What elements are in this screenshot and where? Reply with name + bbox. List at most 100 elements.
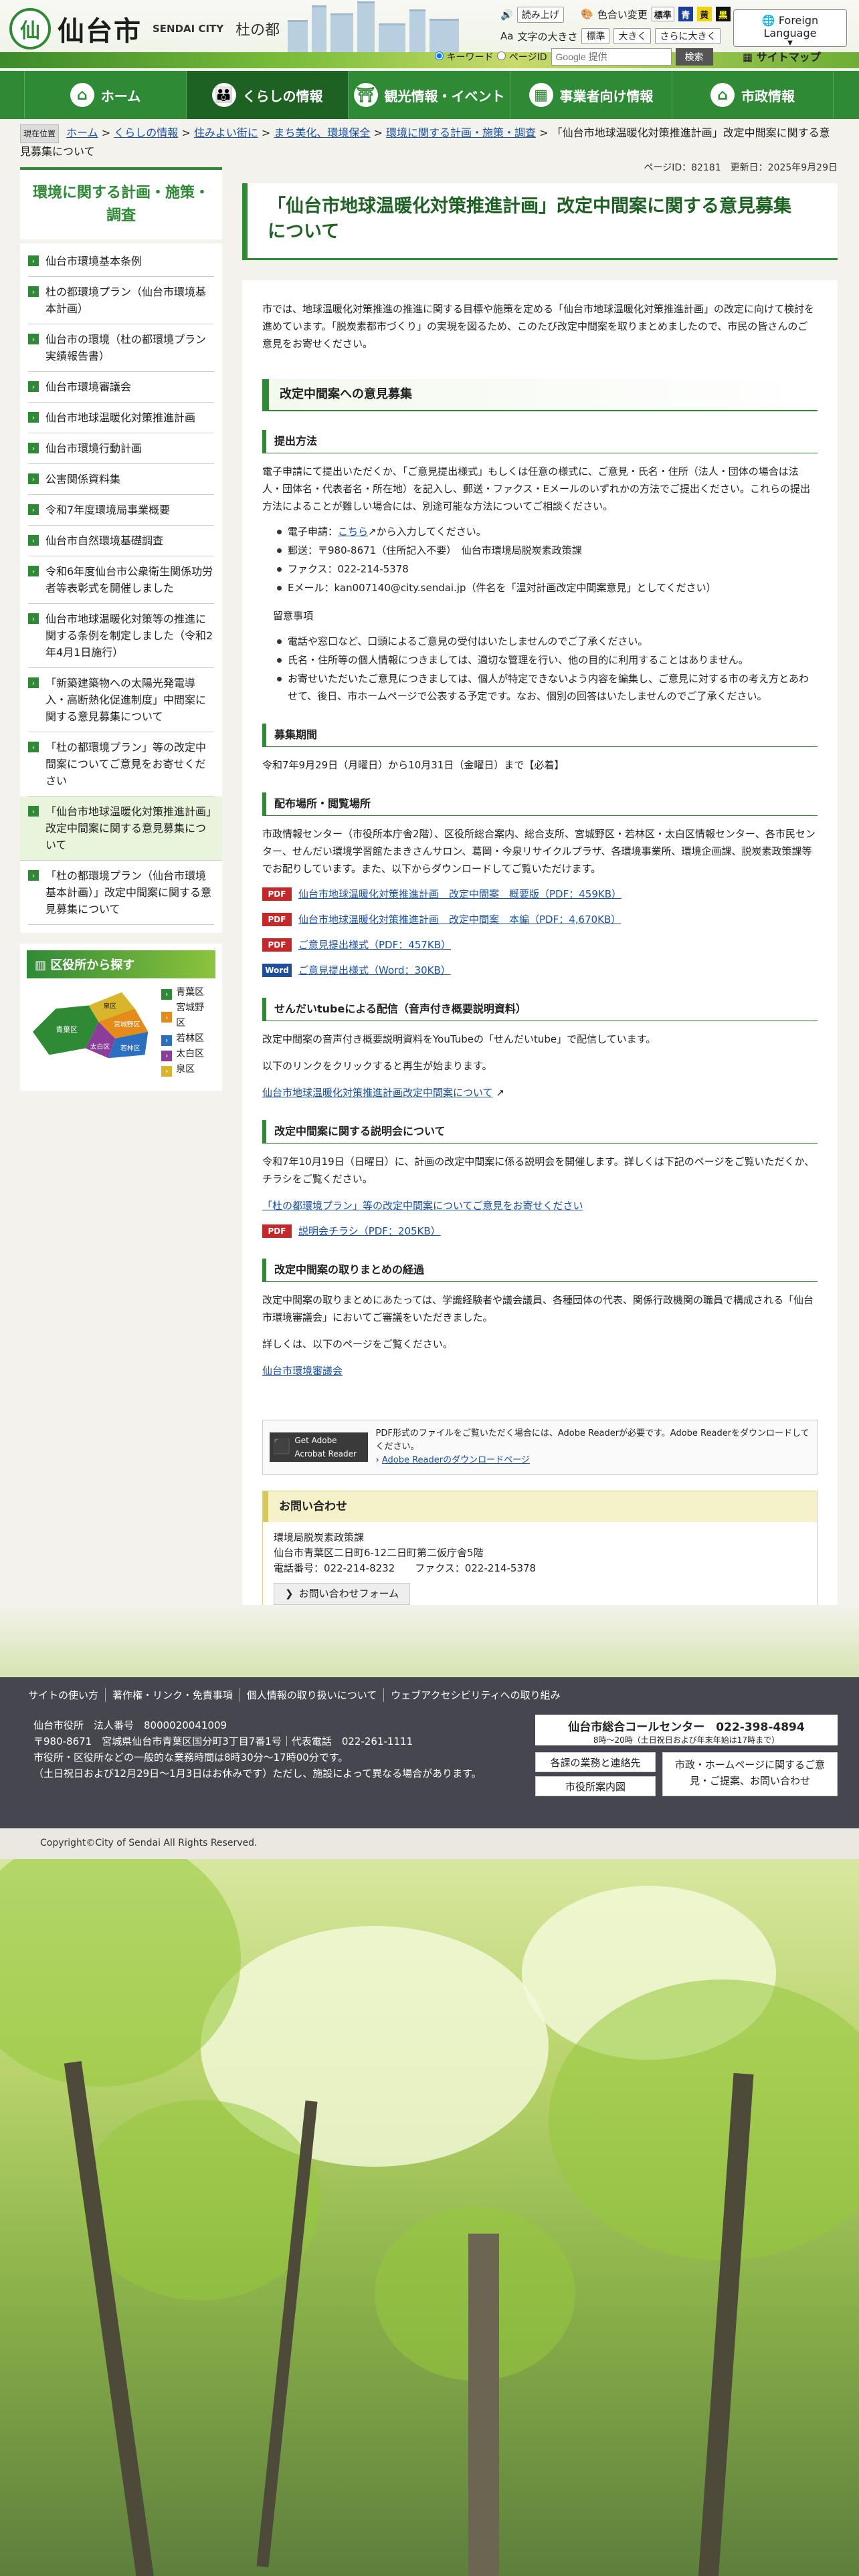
contact-dept: 環境局脱炭素政策課 <box>274 1531 365 1543</box>
sidebar-item-label: 仙台市地球温暖化対策等の推進に関する条例を制定しました（令和2年4月1日施行） <box>45 613 213 659</box>
sidebar-item-label: 仙台市環境審議会 <box>45 381 132 393</box>
breadcrumb-link[interactable]: まち美化、環境保全 <box>274 126 370 139</box>
file-link[interactable]: PDF 説明会チラシ（PDF：205KB） <box>262 1222 818 1240</box>
briefing-link[interactable]: 「杜の都環境プラン」等の改定中間案についてご意見をお寄せください <box>262 1200 583 1212</box>
sidebar-item[interactable]: › 仙台市の環境（杜の都環境プラン実績報告書） <box>28 324 214 372</box>
sidebar-item[interactable]: › 「杜の都環境プラン（仙台市環境基本計画）」改定中間案に関する意見募集について <box>28 861 214 925</box>
color-black-button[interactable]: 黒 <box>715 7 731 21</box>
footer-link[interactable]: 著作権・リンク・免責事項 <box>105 1688 240 1702</box>
color-blue-button[interactable]: 青 <box>678 7 693 21</box>
search-type-keyword[interactable]: キーワード <box>435 50 493 64</box>
ward-list: › 青葉区 › 宮城野区 › 若林区 › 太白区 › 泉区 <box>161 985 213 1077</box>
departments-button[interactable]: 各課の業務と連絡先 <box>535 1752 656 1772</box>
file-link-label[interactable]: 仙台市地球温暖化対策推進計画 改定中間案 概要版（PDF：459KB） <box>298 885 622 903</box>
search-button[interactable]: 検索 <box>675 48 713 66</box>
call-center-hours: 8時〜20時（土日祝日および年末年始は17時まで） <box>593 1735 780 1745</box>
section-heading: 改定中間案への意見募集 <box>262 379 818 411</box>
page-meta: ページID：82181 更新日：2025年9月29日 <box>242 160 838 174</box>
process-text: 詳しくは、以下のページをご覧ください。 <box>262 1338 453 1350</box>
sidebar-item[interactable]: › 仙台市地球温暖化対策推進計画 <box>28 403 214 433</box>
council-link[interactable]: 仙台市環境審議会 <box>262 1365 343 1377</box>
ward-link[interactable]: › 宮城野区 <box>161 1000 213 1031</box>
sidebar-item[interactable]: › 仙台市環境行動計画 <box>28 433 214 464</box>
footer-org: 仙台市役所 法人番号 8000020041009 <box>33 1719 227 1731</box>
read-aloud-button[interactable]: 読み上げ <box>516 7 564 23</box>
sidebar-item[interactable]: › 令和7年度環境局事業概要 <box>28 495 214 526</box>
contact-box: お問い合わせ 環境局脱炭素政策課 仙台市青葉区二日町6-12二日町第二仮庁舎5階… <box>262 1491 818 1614</box>
city-hall-map-button[interactable]: 市役所案内図 <box>535 1776 656 1796</box>
nav-home[interactable]: ⌂ ホーム <box>24 71 186 119</box>
sidebar-item[interactable]: › 公害関係資料集 <box>28 464 214 495</box>
file-link-label[interactable]: 説明会チラシ（PDF：205KB） <box>298 1222 441 1240</box>
font-large-button[interactable]: 大きく <box>613 28 652 44</box>
sidebar-item[interactable]: › 令和6年度仙台市公衆衛生関係功労者等表彰式を開催しました <box>28 556 214 604</box>
tube-link[interactable]: 仙台市地球温暖化対策推進計画改定中間案について <box>262 1087 493 1099</box>
footer-link[interactable]: ウェブアクセシビリティへの取り組み <box>383 1688 567 1702</box>
nav-business[interactable]: ▦ 事業者向け情報 <box>510 71 672 119</box>
sidebar-item[interactable]: › 仙台市地球温暖化対策等の推進に関する条例を制定しました（令和2年4月1日施行） <box>28 604 214 668</box>
file-link-label[interactable]: ご意見提出様式（PDF：457KB） <box>298 936 451 954</box>
sidebar-item-label: 杜の都環境プラン（仙台市環境基本計画） <box>45 286 207 315</box>
sitemap-icon: ▦ <box>743 51 753 64</box>
font-standard-button[interactable]: 標準 <box>581 28 610 44</box>
sidebar-item[interactable]: › 仙台市環境基本条例 <box>28 246 214 277</box>
ward-map[interactable]: 青葉区 泉区 宮城野区 太白区 若林区 <box>29 985 155 1065</box>
ward-link[interactable]: › 太白区 <box>161 1047 213 1062</box>
arrow-icon: › <box>28 870 39 881</box>
contact-form-button[interactable]: ❯ お問い合わせフォーム <box>274 1583 411 1605</box>
site-logo[interactable]: 仙 仙台市 SENDAI CITY 杜の都 <box>9 8 280 49</box>
arrow-icon: › <box>161 1035 173 1046</box>
sidebar-item[interactable]: › 仙台市自然環境基礎調査 <box>28 526 214 556</box>
font-larger-button[interactable]: さらに大きく <box>655 28 721 44</box>
file-link[interactable]: PDF ご意見提出様式（PDF：457KB） <box>262 936 818 954</box>
palette-icon: 🎨 <box>581 8 593 20</box>
file-link[interactable]: Word ご意見提出様式（Word：30KB） <box>262 962 818 979</box>
adobe-download-link[interactable]: Adobe Readerのダウンロードページ <box>382 1455 530 1465</box>
map-label: 太白区 <box>90 1042 110 1051</box>
search-input[interactable] <box>551 48 672 66</box>
search-type-pageid[interactable]: ページID <box>497 50 547 64</box>
map-label: 若林区 <box>120 1043 140 1052</box>
sitemap-link[interactable]: ▦ サイトマップ <box>743 48 821 64</box>
nav-tourism[interactable]: ⛩ 観光情報・イベント <box>348 71 510 119</box>
background-photo-trees <box>0 1859 859 2576</box>
nav-living-label: くらしの情報 <box>242 88 323 104</box>
footer-link[interactable]: 個人情報の取り扱いについて <box>239 1688 384 1702</box>
ward-link[interactable]: › 泉区 <box>161 1062 213 1077</box>
site-search: キーワード ページID 検索 <box>435 48 713 66</box>
sidebar-item[interactable]: › 杜の都環境プラン（仙台市環境基本計画） <box>28 277 214 324</box>
adobe-reader-badge[interactable]: ⬛ Get Adobe Acrobat Reader <box>270 1432 368 1462</box>
file-link[interactable]: PDF 仙台市地球温暖化対策推進計画 改定中間案 本編（PDF：4,670KB） <box>262 911 818 928</box>
opinion-inquiry-button[interactable]: 市政・ホームページに関するご意見・ご提案、お問い合わせ <box>662 1752 838 1796</box>
sidebar-item[interactable]: › 仙台市環境審議会 <box>28 372 214 403</box>
ward-link[interactable]: › 若林区 <box>161 1031 213 1047</box>
footer-link[interactable]: サイトの使い方 <box>20 1688 105 1702</box>
city-hall-icon: ⌂ <box>710 83 735 107</box>
color-yellow-button[interactable]: 黄 <box>696 7 712 21</box>
e-application-link[interactable]: こちら <box>338 526 368 538</box>
breadcrumb-link[interactable]: 環境に関する計画・施策・調査 <box>386 126 536 139</box>
arrow-icon: › <box>28 535 39 546</box>
list-item: 電子申請：こちら↗から入力してください。 <box>277 523 818 540</box>
breadcrumb-link[interactable]: 住みよい街に <box>194 126 258 139</box>
breadcrumb-link[interactable]: くらしの情報 <box>114 126 178 139</box>
sidebar-item-current[interactable]: › 「仙台市地球温暖化対策推進計画」改定中間案に関する意見募集について <box>20 796 222 861</box>
color-change-label: 色合い変更 <box>597 8 648 21</box>
nav-living[interactable]: 👪 くらしの情報 <box>186 71 348 119</box>
file-link-label[interactable]: 仙台市地球温暖化対策推進計画 改定中間案 本編（PDF：4,670KB） <box>298 911 621 928</box>
nav-city-admin[interactable]: ⌂ 市政情報 <box>672 71 834 119</box>
copyright: Copyright©City of Sendai All Rights Rese… <box>0 1828 859 1859</box>
file-link[interactable]: PDF 仙台市地球温暖化対策推進計画 改定中間案 概要版（PDF：459KB） <box>262 885 818 903</box>
read-aloud[interactable]: 🔊 読み上げ <box>500 7 564 23</box>
sidebar-item[interactable]: › 「杜の都環境プラン」等の改定中間案についてご意見をお寄せください <box>28 732 214 796</box>
color-standard-button[interactable]: 標準 <box>651 7 674 21</box>
breadcrumb-link[interactable]: ホーム <box>66 126 98 139</box>
file-link-label[interactable]: ご意見提出様式（Word：30KB） <box>298 962 451 979</box>
sidebar-item-label: 「新築建築物への太陽光発電導入・高断熱化促進制度」中間案に関する意見募集について <box>45 677 207 723</box>
foreign-language-button[interactable]: 🌐 Foreign Language ▼ <box>733 9 847 47</box>
arrow-icon: › <box>28 613 39 624</box>
sidebar-item[interactable]: › 「新築建築物への太陽光発電導入・高断熱化促進制度」中間案に関する意見募集につい… <box>28 668 214 732</box>
sidebar-item-label: 「仙台市地球温暖化対策推進計画」改定中間案に関する意見募集について <box>45 805 212 851</box>
sidebar-item-label: 「杜の都環境プラン」等の改定中間案についてご意見をお寄せください <box>45 741 207 787</box>
ward-link[interactable]: › 青葉区 <box>161 985 213 1000</box>
